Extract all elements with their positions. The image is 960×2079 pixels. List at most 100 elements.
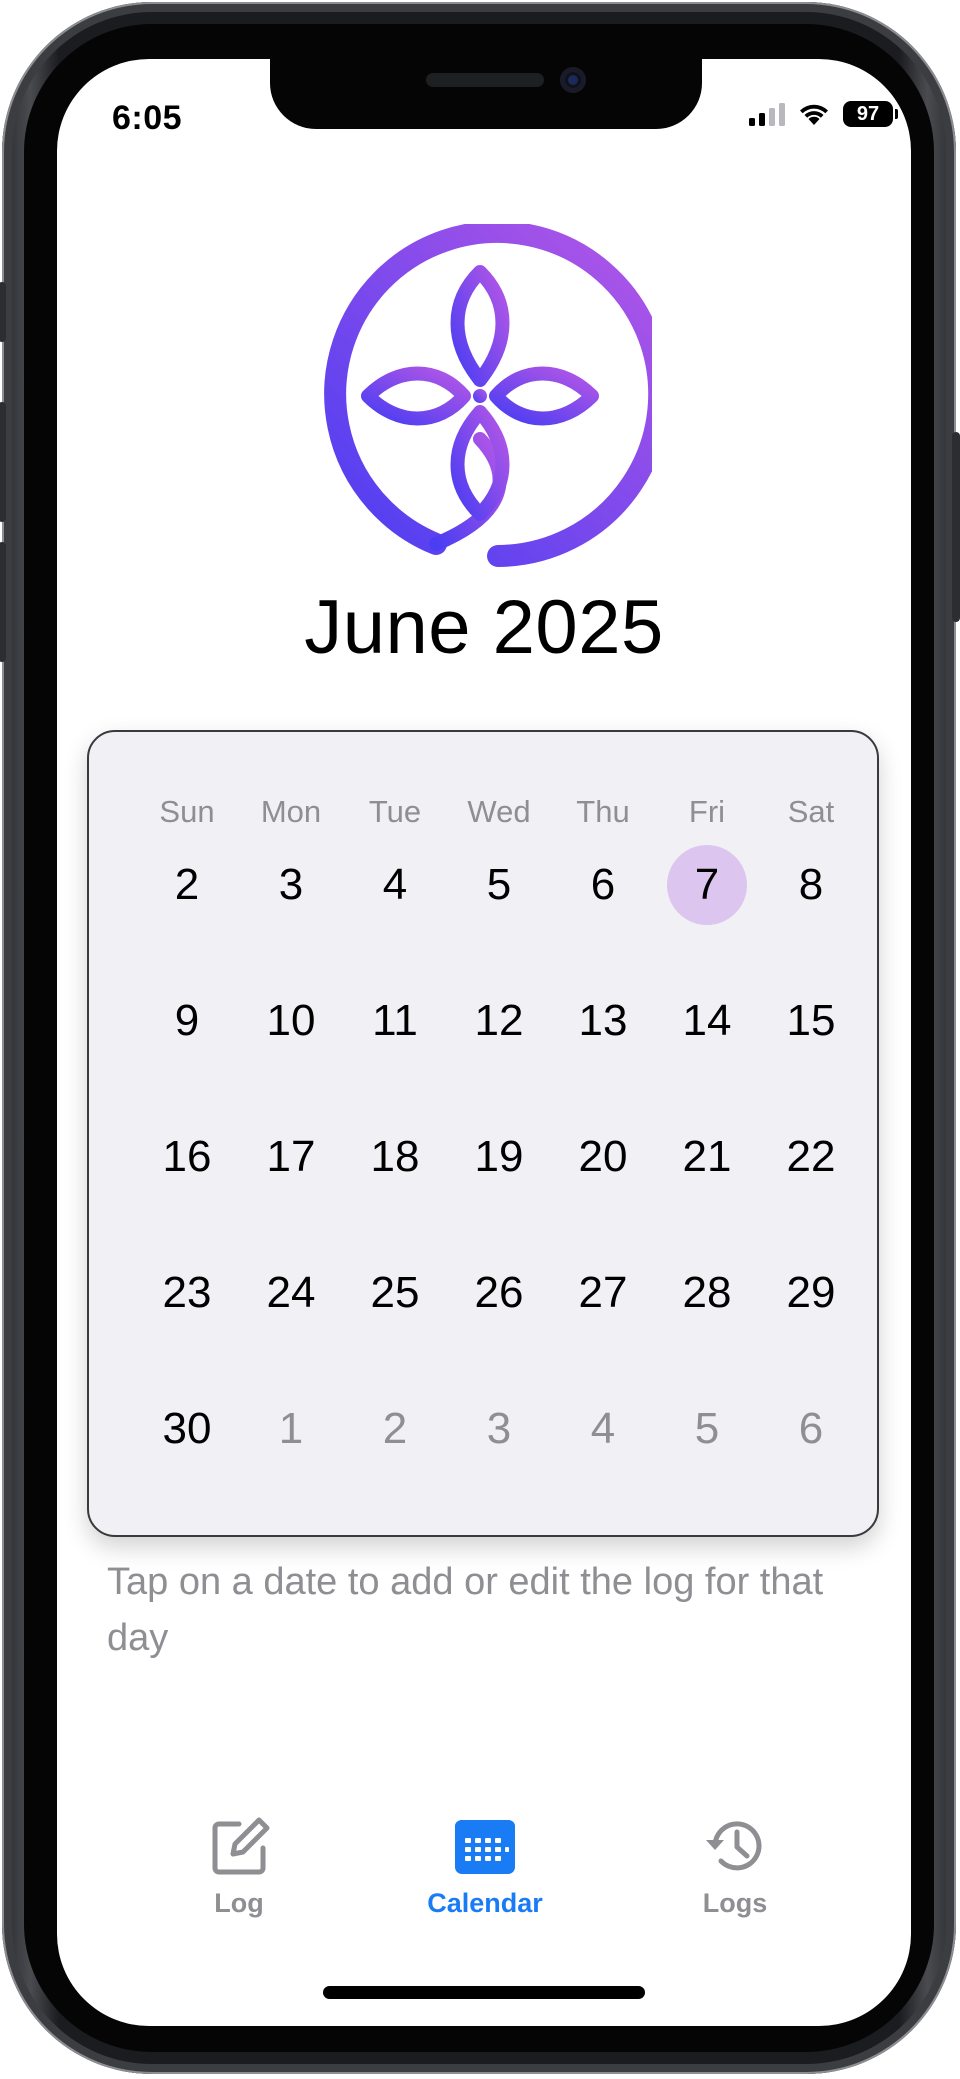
day-number: 27 (578, 1268, 628, 1317)
day-number: 2 (174, 860, 200, 909)
calendar-day[interactable]: 3 (239, 833, 343, 937)
wifi-icon (800, 104, 828, 125)
day-number: 23 (162, 1268, 212, 1317)
tab-logs[interactable]: Logs (635, 1814, 835, 1919)
weekday-fri: Fri (688, 794, 726, 829)
day-number: 26 (474, 1268, 524, 1317)
volume-down-button (0, 542, 6, 662)
day-number: 7 (694, 860, 720, 909)
calendar-day[interactable]: 29 (759, 1241, 863, 1345)
day-number: 16 (162, 1132, 212, 1181)
calendar-day[interactable]: 14 (655, 969, 759, 1073)
day-number: 14 (682, 996, 732, 1045)
weekday-wed: Wed (467, 794, 531, 829)
day-number: 1 (278, 1404, 304, 1453)
calendar-day[interactable]: 5 (655, 1377, 759, 1481)
day-number: 11 (372, 996, 418, 1045)
day-number: 24 (266, 1268, 316, 1317)
calendar-day[interactable]: 8 (759, 833, 863, 937)
calendar-day[interactable]: 6 (759, 1377, 863, 1481)
weekday-sun: Sun (159, 794, 215, 829)
calendar-day[interactable]: 2 (343, 1377, 447, 1481)
status-time: 6:05 (112, 99, 183, 137)
calendar-day[interactable]: 10 (239, 969, 343, 1073)
calendar-day[interactable]: 19 (447, 1105, 551, 1209)
day-number: 15 (786, 996, 836, 1045)
calendar-day[interactable]: 28 (655, 1241, 759, 1345)
volume-up-button (0, 402, 6, 522)
calendar-day-selected[interactable]: 7 (655, 833, 759, 937)
power-button (952, 432, 960, 622)
battery-icon: 97 (843, 101, 898, 127)
day-number: 22 (786, 1132, 836, 1181)
day-number: 20 (578, 1132, 628, 1181)
tab-log[interactable]: Log (139, 1814, 339, 1919)
day-number: 19 (474, 1132, 524, 1181)
month-title: June 2025 (304, 585, 664, 670)
calendar-hint: Tap on a date to add or edit the log for… (107, 1561, 824, 1659)
calendar-day[interactable]: 9 (135, 969, 239, 1073)
calendar-day[interactable]: 12 (447, 969, 551, 1073)
calendar-day[interactable]: 6 (551, 833, 655, 937)
day-number: 8 (798, 860, 824, 909)
calendar-day[interactable]: 20 (551, 1105, 655, 1209)
calendar-day[interactable]: 22 (759, 1105, 863, 1209)
tab-calendar[interactable]: Calendar (385, 1814, 585, 1919)
weekday-sat: Sat (787, 794, 835, 829)
weekday-thu: Thu (576, 794, 630, 829)
day-number: 3 (278, 860, 304, 909)
home-indicator[interactable] (323, 1986, 645, 1999)
day-number: 9 (174, 996, 200, 1045)
calendar-day[interactable]: 18 (343, 1105, 447, 1209)
day-number: 13 (578, 996, 628, 1045)
calendar-day[interactable]: 5 (447, 833, 551, 937)
calendar-day[interactable]: 3 (447, 1377, 551, 1481)
day-number: 10 (266, 996, 316, 1045)
front-camera (560, 67, 586, 93)
calendar-day[interactable]: 4 (343, 833, 447, 937)
day-number: 25 (370, 1268, 420, 1317)
calendar-day[interactable]: 1 (239, 1377, 343, 1481)
calendar-day[interactable]: 17 (239, 1105, 343, 1209)
earpiece (426, 73, 544, 87)
calendar-day[interactable]: 24 (239, 1241, 343, 1345)
cellular-signal-icon (749, 102, 785, 126)
calendar-day[interactable]: 30 (135, 1377, 239, 1481)
day-number: 30 (162, 1404, 212, 1453)
calendar-day[interactable]: 11 (343, 969, 447, 1073)
day-number: 3 (486, 1404, 512, 1453)
day-number: 4 (382, 860, 408, 909)
calendar-day[interactable]: 16 (135, 1105, 239, 1209)
day-number: 6 (798, 1404, 824, 1453)
app-screen: 6:05 97 June 2025 Sun Mon Tue Wed Thu Fr… (57, 59, 911, 2026)
day-number: 5 (694, 1404, 720, 1453)
mute-switch (0, 282, 6, 342)
app-logo (324, 224, 652, 567)
calendar-day[interactable]: 21 (655, 1105, 759, 1209)
weekday-mon: Mon (260, 794, 322, 829)
day-number: 6 (590, 860, 616, 909)
calendar-day[interactable]: 4 (551, 1377, 655, 1481)
tab-logs-label: Logs (702, 1888, 768, 1918)
history-icon (706, 1821, 762, 1871)
calendar-day[interactable]: 13 (551, 969, 655, 1073)
day-number: 21 (682, 1132, 732, 1181)
notch (270, 59, 702, 129)
calendar-day[interactable]: 15 (759, 969, 863, 1073)
day-number: 4 (590, 1404, 616, 1453)
calendar-day[interactable]: 26 (447, 1241, 551, 1345)
calendar-day[interactable]: 25 (343, 1241, 447, 1345)
calendar-card: Sun Mon Tue Wed Thu Fri Sat 2 3 4 5 6 7 8 9 10 11… (87, 730, 879, 1537)
day-number: 18 (370, 1132, 420, 1181)
tab-calendar-label: Calendar (427, 1888, 543, 1918)
edit-icon (212, 1817, 270, 1875)
day-number: 28 (682, 1268, 732, 1317)
day-number: 29 (786, 1268, 836, 1317)
weekday-tue: Tue (368, 794, 422, 829)
calendar-day[interactable]: 2 (135, 833, 239, 937)
calendar-day[interactable]: 27 (551, 1241, 655, 1345)
tab-log-label: Log (214, 1888, 264, 1918)
day-number: 2 (382, 1404, 408, 1453)
calendar-icon (455, 1820, 515, 1874)
calendar-day[interactable]: 23 (135, 1241, 239, 1345)
